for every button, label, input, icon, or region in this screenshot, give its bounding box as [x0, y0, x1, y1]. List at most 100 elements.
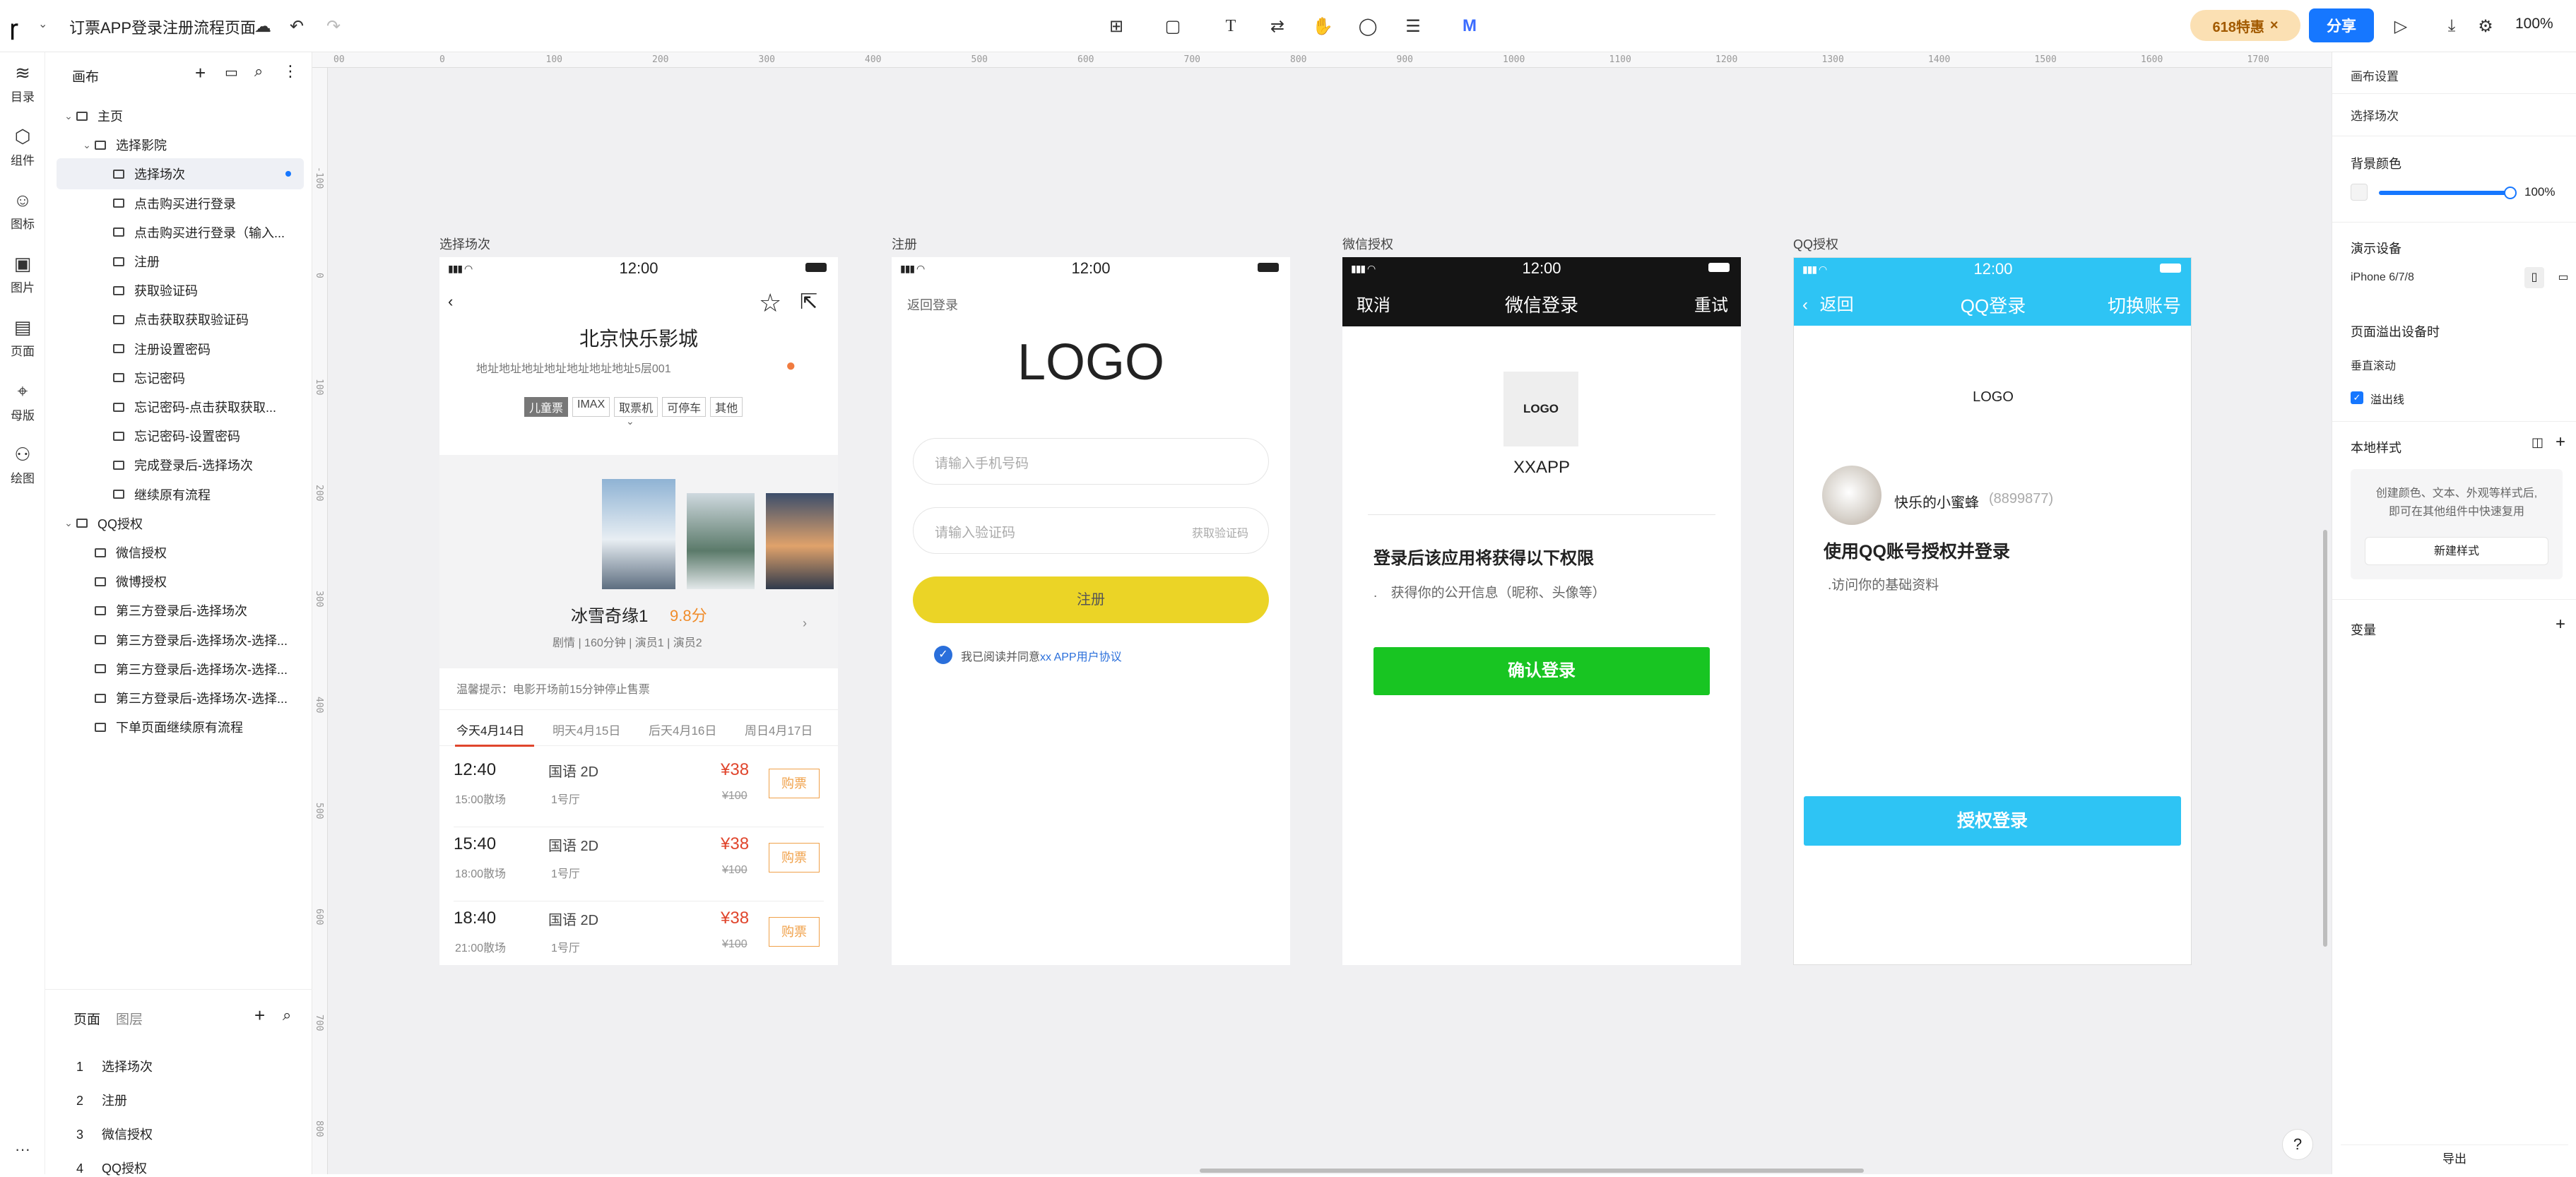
tree-item[interactable]: 忘记密码-点击获取获取... — [57, 391, 304, 422]
switch-account-button[interactable]: 切换账号 — [2108, 292, 2181, 318]
more-icon[interactable]: ··· — [0, 1140, 45, 1159]
export-button[interactable]: 导出 — [2341, 1145, 2568, 1173]
shape-icon[interactable]: ▢ — [1159, 13, 1187, 40]
rail-icons[interactable]: ☺ 图标 — [0, 189, 45, 232]
rail-pages[interactable]: ▤ 页面 — [0, 317, 45, 359]
tree-item[interactable]: 第三方登录后-选择场次 — [57, 595, 304, 626]
rail-layers[interactable]: ≋ 目录 — [0, 62, 45, 105]
page-list-item[interactable]: 2 注册 — [76, 1091, 127, 1109]
flow-icon[interactable]: ⇄ — [1263, 13, 1292, 40]
rail-components[interactable]: ⬡ 组件 — [0, 126, 45, 168]
tree-item[interactable]: 获取验证码 — [57, 275, 304, 306]
code-input[interactable]: 请输入验证码 获取验证码 — [913, 507, 1269, 554]
redo-icon[interactable]: ↷ — [319, 13, 348, 40]
canvas[interactable]: 00 0 100 200 300 400 500 600 700 800 900 1000 1100 12… — [312, 52, 2332, 1174]
date-tab[interactable]: 后天4月16日 — [649, 721, 716, 738]
folder-icon[interactable]: ▭ — [225, 64, 238, 81]
more-icon[interactable]: ⋮ — [283, 62, 298, 81]
chevron-right-icon[interactable]: › — [803, 616, 807, 631]
tag-chip[interactable]: 其他 — [710, 397, 743, 417]
comment-icon[interactable]: ◯ — [1354, 13, 1382, 40]
promo-badge[interactable]: 618特惠 × — [2190, 10, 2300, 41]
frame-label[interactable]: 选择场次 — [439, 235, 490, 253]
frame-register[interactable]: ▮▮▮ ◠ 12:00 返回登录 LOGO 请输入手机号码 请输入验证码 获取验证… — [892, 257, 1290, 965]
back-to-login-link[interactable]: 返回登录 — [907, 295, 958, 314]
close-icon[interactable]: × — [2270, 18, 2279, 34]
authorize-login-button[interactable]: 授权登录 — [1804, 796, 2181, 846]
tree-item[interactable]: 点击获取获取验证码 — [57, 304, 304, 335]
cloud-sync-icon[interactable]: ☁ — [249, 13, 277, 40]
tree-item[interactable]: ⌄ 主页 — [57, 100, 304, 131]
tree-item[interactable]: 第三方登录后-选择场次-选择... — [57, 625, 304, 656]
device-select[interactable]: iPhone 6/7/8 — [2351, 271, 2414, 284]
confirm-login-button[interactable]: 确认登录 — [1373, 647, 1710, 695]
retry-button[interactable]: 重试 — [1694, 291, 1728, 316]
movie-poster[interactable] — [602, 479, 675, 589]
expand-icon[interactable]: ⌄ — [626, 415, 634, 427]
frame-label[interactable]: QQ授权 — [1793, 235, 1838, 253]
opacity-slider[interactable] — [2379, 187, 2517, 199]
terms-link[interactable]: xx APP用户协议 — [1040, 651, 1122, 663]
share-icon[interactable]: ⇱ — [800, 290, 817, 314]
agree-checkbox[interactable]: ✓ — [934, 646, 952, 664]
text-icon[interactable]: T — [1217, 13, 1245, 40]
frame-label[interactable]: 微信授权 — [1342, 235, 1393, 253]
movie-poster[interactable] — [766, 493, 834, 589]
tree-item[interactable]: 微信授权 — [57, 537, 304, 568]
landscape-icon[interactable]: ▭ — [2553, 267, 2574, 288]
tab-layers[interactable]: 图层 — [116, 1009, 143, 1028]
tree-item[interactable]: 完成登录后-选择场次 — [57, 449, 304, 480]
frame-label[interactable]: 注册 — [892, 235, 917, 253]
note-icon[interactable]: ☰ — [1399, 13, 1427, 40]
page-list-item[interactable]: 1 选择场次 — [76, 1057, 153, 1075]
app-logo-icon[interactable]: ꞅ — [10, 14, 18, 41]
tag-chip[interactable]: 儿童票 — [524, 397, 569, 417]
horizontal-scrollbar[interactable] — [1200, 1169, 1864, 1173]
tree-item[interactable]: 微博授权 — [57, 566, 304, 597]
book-icon[interactable]: ◫ — [2531, 435, 2543, 450]
tag-chip[interactable]: IMAX — [572, 397, 610, 417]
zoom-level[interactable]: 100% — [2515, 16, 2553, 32]
search-icon[interactable]: ⌕ — [254, 62, 263, 81]
tree-item[interactable]: 点击购买进行登录 — [57, 188, 304, 219]
page-list-item[interactable]: 4 QQ授权 — [76, 1159, 147, 1177]
date-tab[interactable]: 今天4月14日 — [456, 721, 524, 738]
tree-item[interactable]: 忘记密码-设置密码 — [57, 420, 304, 451]
tree-item[interactable]: 下单页面继续原有流程 — [57, 711, 304, 743]
document-title[interactable]: 订票APP登录注册流程页面 — [69, 16, 256, 38]
tree-item[interactable]: ⌄ QQ授权 — [57, 508, 304, 539]
add-page-icon[interactable]: + — [254, 1005, 265, 1027]
buy-ticket-button[interactable]: 购票 — [769, 769, 820, 798]
frame-qq-auth[interactable]: ▮▮▮ ◠ 12:00 ‹ 返回 QQ登录 切换账号 LOGO 快乐的小蜜蜂 (8… — [1793, 257, 2192, 965]
add-icon[interactable]: + — [2556, 615, 2565, 634]
chevron-down-icon[interactable]: ⌄ — [61, 517, 76, 529]
phone-input[interactable]: 请输入手机号码 — [913, 438, 1269, 485]
opacity-value[interactable]: 100% — [2524, 185, 2555, 199]
play-icon[interactable]: ▷ — [2387, 13, 2415, 40]
frame-select-session[interactable]: ▮▮▮ ◠ 12:00 ‹ ☆ ⇱ 北京快乐影城 地址地址地址地址地址地址地址5层… — [439, 257, 838, 965]
tag-chip[interactable]: 取票机 — [614, 397, 658, 417]
page-list-item[interactable]: 3 微信授权 — [76, 1125, 153, 1143]
frame-wechat-auth[interactable]: ▮▮▮ ◠ 12:00 取消 微信登录 重试 LOGO XXAPP 登录后该应用将… — [1342, 257, 1741, 965]
rail-images[interactable]: ▣ 图片 — [0, 253, 45, 295]
vertical-scrollbar[interactable] — [2323, 530, 2327, 947]
date-tab[interactable]: 明天4月15日 — [553, 721, 620, 738]
search-icon[interactable]: ⌕ — [283, 1006, 291, 1024]
add-icon[interactable]: + — [195, 62, 206, 84]
star-icon[interactable]: ☆ — [759, 288, 781, 318]
portrait-icon[interactable]: ▯ — [2524, 267, 2544, 288]
settings-sliders-icon[interactable]: ⚙ — [2471, 13, 2500, 40]
tree-item[interactable]: 点击购买进行登录（输入... — [57, 217, 304, 248]
back-icon[interactable]: ‹ — [448, 292, 453, 311]
help-button[interactable]: ? — [2282, 1129, 2313, 1160]
new-style-button[interactable]: 新建样式 — [2365, 537, 2548, 565]
chevron-down-icon[interactable]: ⌄ — [61, 110, 76, 122]
share-button[interactable]: 分享 — [2309, 8, 2374, 42]
tree-item[interactable]: ⌄ 选择影院 — [57, 129, 304, 160]
tree-item[interactable]: 第三方登录后-选择场次-选择... — [57, 682, 304, 714]
tag-chip[interactable]: 可停车 — [662, 397, 707, 417]
undo-icon[interactable]: ↶ — [283, 13, 311, 40]
tree-item[interactable]: 注册设置密码 — [57, 333, 304, 365]
ai-icon[interactable]: M — [1455, 13, 1484, 40]
buy-ticket-button[interactable]: 购票 — [769, 917, 820, 947]
